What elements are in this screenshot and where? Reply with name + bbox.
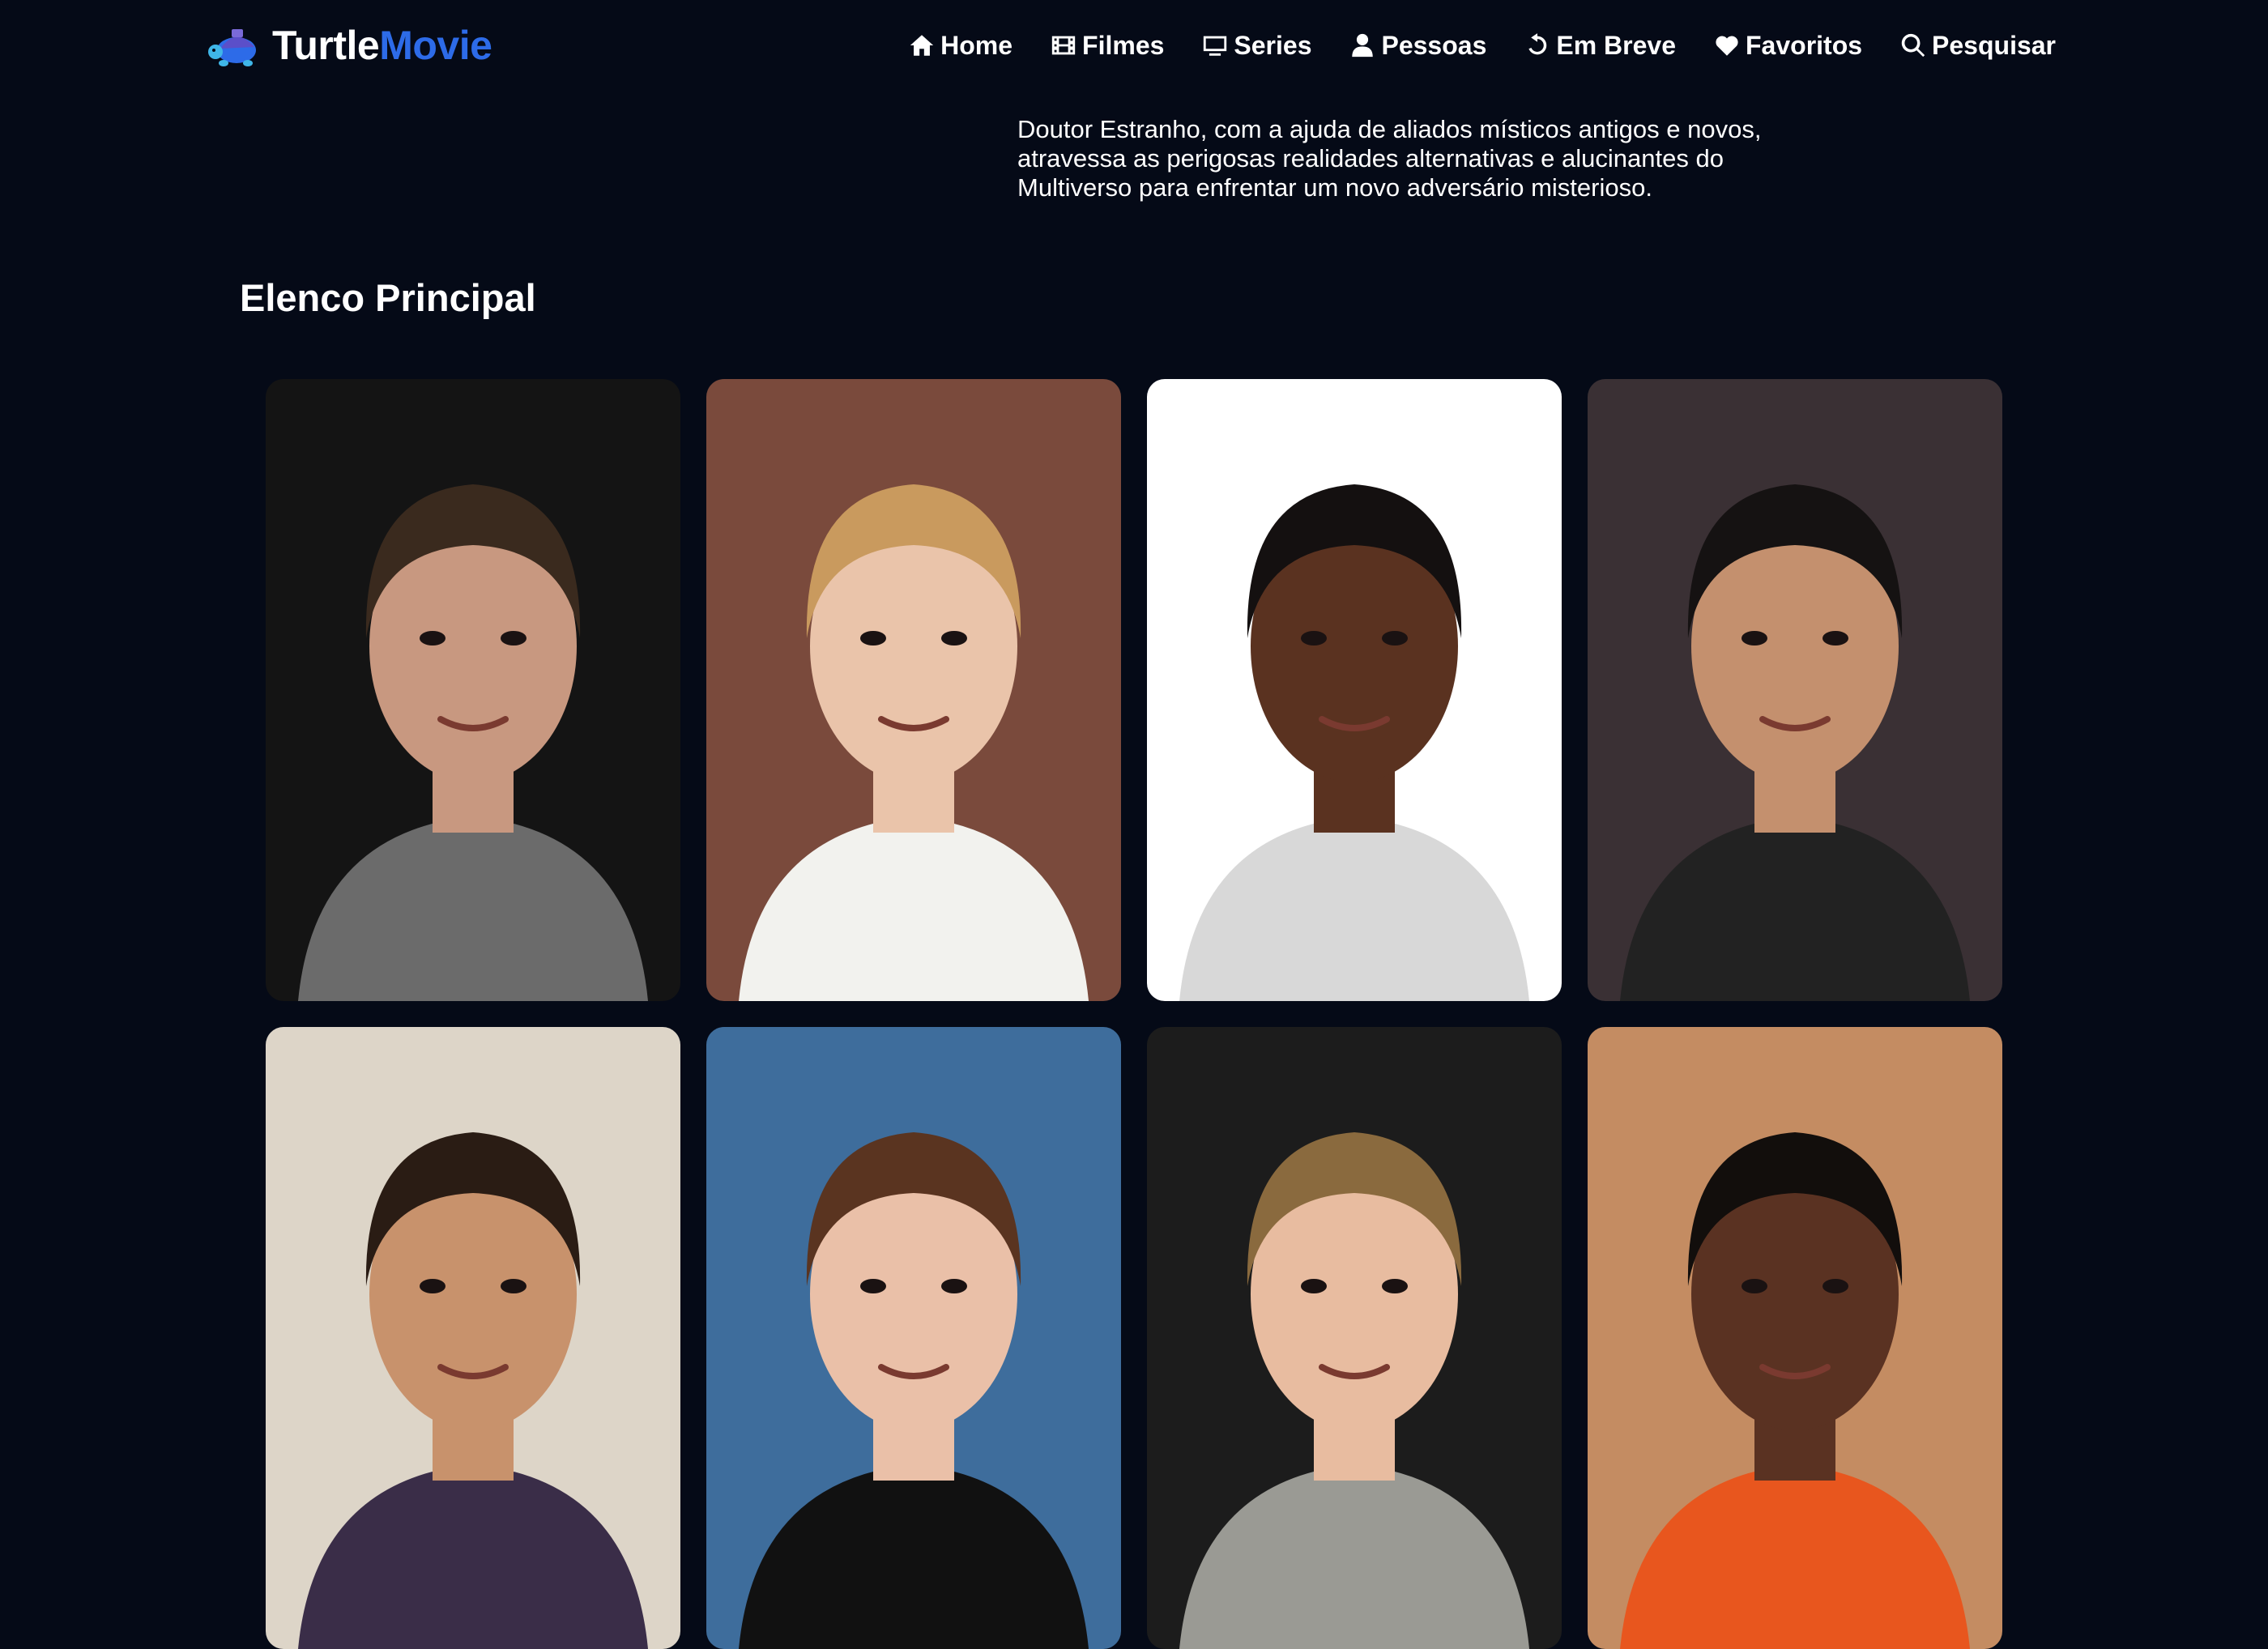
nav-series-label: Series <box>1234 30 1312 60</box>
cast-card[interactable] <box>1588 379 2002 1001</box>
nav-pessoas[interactable]: Pessoas <box>1349 31 1486 61</box>
cast-section-title: Elenco Principal <box>240 276 536 319</box>
cast-grid <box>266 379 2002 1649</box>
cast-card[interactable] <box>266 379 680 1001</box>
nav-em-breve-label: Em Breve <box>1556 30 1676 60</box>
nav-home[interactable]: Home <box>908 31 1013 61</box>
cast-photo-4 <box>1588 379 2002 1001</box>
top-navbar: TurtleMovie Home Filmes Series Pessoas E… <box>0 0 2268 91</box>
logo-text: TurtleMovie <box>272 22 492 69</box>
heart-icon <box>1716 36 1738 56</box>
cast-photo-7 <box>1147 1027 1562 1649</box>
nav-favoritos-label: Favoritos <box>1746 30 1863 60</box>
cast-photo-3 <box>1147 379 1562 1001</box>
logo-text-turtle: Turtle <box>272 23 380 68</box>
cast-photo-8 <box>1588 1027 2002 1649</box>
cast-card[interactable] <box>706 379 1121 1001</box>
nav-pessoas-label: Pessoas <box>1381 30 1487 60</box>
search-icon <box>1901 33 1925 58</box>
nav-favoritos[interactable]: Favoritos <box>1713 31 1862 61</box>
turtle-logo-icon <box>208 29 256 66</box>
cast-photo-5 <box>266 1027 680 1649</box>
main-nav: Home Filmes Series Pessoas Em Breve Favo… <box>908 23 2056 68</box>
cast-card[interactable] <box>1588 1027 2002 1649</box>
cast-card[interactable] <box>706 1027 1121 1649</box>
movie-overview: Doutor Estranho, com a ajuda de aliados … <box>1017 115 1762 202</box>
home-icon <box>910 35 934 56</box>
nav-filmes-label: Filmes <box>1082 30 1165 60</box>
nav-pesquisar[interactable]: Pesquisar <box>1899 31 2056 61</box>
cast-photo-1 <box>266 379 680 1001</box>
undo-icon <box>1528 33 1547 55</box>
cast-photo-2 <box>706 379 1121 1001</box>
cast-card[interactable] <box>1147 379 1562 1001</box>
nav-em-breve[interactable]: Em Breve <box>1524 31 1676 61</box>
cast-card[interactable] <box>1147 1027 1562 1649</box>
nav-series[interactable]: Series <box>1201 31 1311 61</box>
nav-home-label: Home <box>940 30 1013 60</box>
logo-text-movie: Movie <box>379 23 492 68</box>
nav-filmes[interactable]: Filmes <box>1050 31 1164 61</box>
cast-card[interactable] <box>266 1027 680 1649</box>
nav-pesquisar-label: Pesquisar <box>1932 30 2056 60</box>
tv-icon <box>1204 36 1227 56</box>
film-icon <box>1051 36 1076 55</box>
cast-photo-6 <box>706 1027 1121 1649</box>
person-icon <box>1352 33 1374 58</box>
site-logo[interactable]: TurtleMovie <box>207 16 492 75</box>
